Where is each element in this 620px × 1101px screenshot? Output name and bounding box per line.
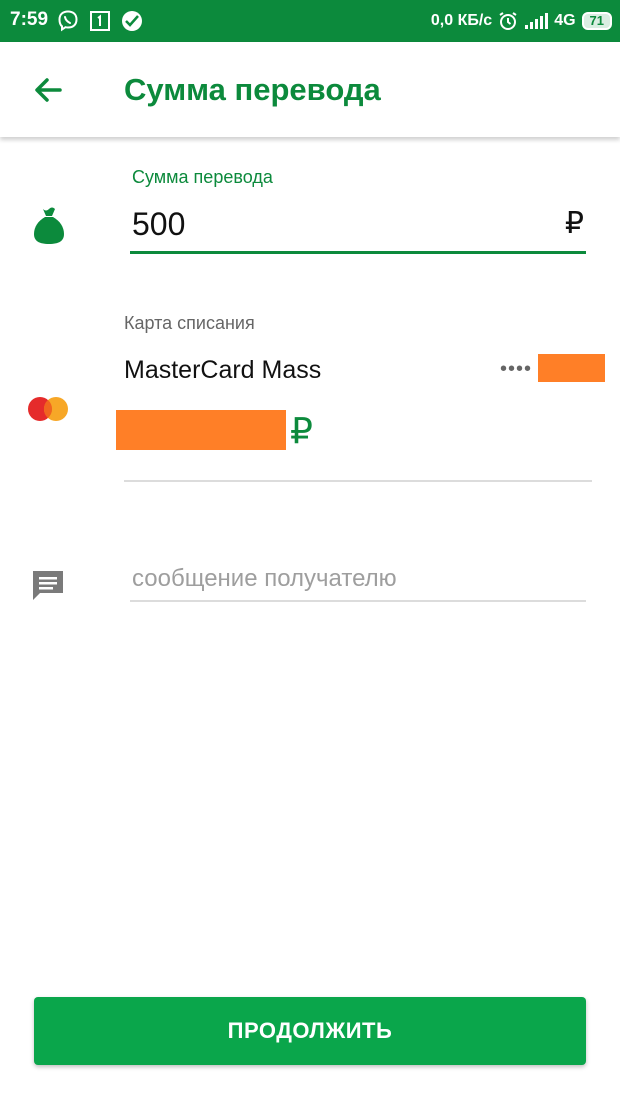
redacted-card-balance — [116, 410, 286, 450]
amount-field[interactable]: 500 ₽ — [130, 198, 586, 254]
network-type: 4G — [554, 12, 576, 29]
status-time: 7:59 — [10, 9, 49, 30]
notification-icons — [56, 8, 144, 34]
status-right: 0,0 КБ/с 4G 71 — [431, 8, 612, 34]
sim-1-icon — [88, 9, 112, 33]
message-input[interactable] — [130, 558, 586, 602]
message-icon — [30, 568, 66, 604]
amount-value[interactable]: 500 — [132, 206, 185, 243]
continue-button[interactable]: ПРОДОЛЖИТЬ — [34, 997, 586, 1065]
app-bar: Сумма перевода — [0, 42, 620, 137]
battery-indicator: 71 — [581, 12, 612, 30]
card-divider — [124, 480, 592, 482]
page-title: Сумма перевода — [124, 72, 381, 107]
network-speed: 0,0 КБ/с — [430, 12, 493, 29]
signal-icon — [524, 12, 549, 30]
amount-currency: ₽ — [564, 207, 584, 240]
money-bag-icon — [32, 206, 66, 246]
status-bar: 7:59 0,0 КБ/с 4G 71 — [0, 0, 620, 42]
amount-label: Сумма перевода — [132, 167, 273, 187]
card-number-mask: •••• — [500, 358, 533, 380]
card-label: Карта списания — [124, 313, 255, 333]
balance-currency: ₽ — [290, 410, 313, 451]
alarm-icon — [498, 11, 518, 31]
sberbank-icon — [120, 9, 144, 33]
mastercard-logo — [27, 396, 69, 422]
arrow-back-icon[interactable] — [30, 72, 66, 108]
viber-icon — [56, 9, 80, 33]
card-name[interactable]: MasterCard Mass — [124, 356, 321, 385]
redacted-card-number — [538, 354, 605, 382]
